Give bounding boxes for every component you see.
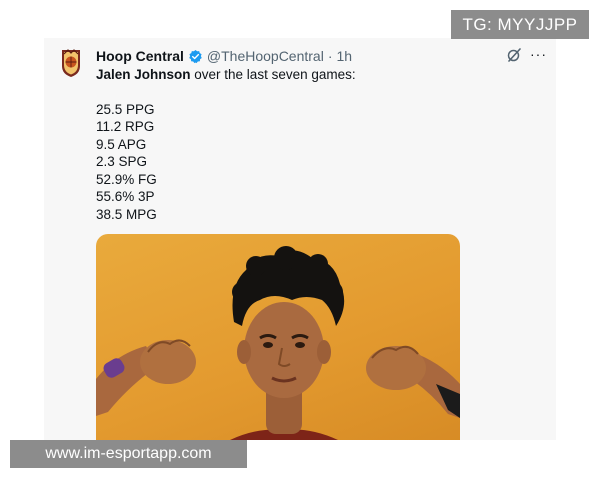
tweet-card[interactable]: Hoop Central @TheHoopCentral · 1h ··· Ja… xyxy=(44,38,556,440)
stat-line: 55.6% 3P xyxy=(96,189,155,204)
tweet-intro: Jalen Johnson over the last seven games: xyxy=(96,66,356,84)
stat-line: 25.5 PPG xyxy=(96,101,155,117)
tweet-body: Jalen Johnson over the last seven games:… xyxy=(96,66,356,237)
watermark-telegram: TG: MYYJJPP xyxy=(451,10,589,39)
stat-line: 9.5 APG xyxy=(96,136,147,152)
more-options-icon[interactable]: ··· xyxy=(530,46,547,62)
screenshot-frame: Hoop Central @TheHoopCentral · 1h ··· Ja… xyxy=(0,0,600,480)
player-photo xyxy=(96,246,460,440)
user-handle[interactable]: @TheHoopCentral xyxy=(207,48,324,64)
tweet-header: Hoop Central @TheHoopCentral · 1h xyxy=(96,46,352,66)
display-name[interactable]: Hoop Central xyxy=(96,48,184,64)
player-name: Jalen Johnson xyxy=(96,67,191,82)
watermark-url: www.im-esportapp.com xyxy=(10,440,247,468)
hoop-central-logo-icon[interactable] xyxy=(60,48,82,78)
separator-dot: · xyxy=(327,48,333,64)
verified-badge-icon xyxy=(188,49,203,64)
stats-list: 25.5 PPG 11.2 RPG 9.5 APG 2.3 SPG 52.9% … xyxy=(96,101,356,224)
stat-line: 11.2 RPG xyxy=(96,119,155,134)
stat-line: 2.3 SPG xyxy=(96,154,148,169)
tweet-media-photo[interactable] xyxy=(96,234,460,440)
timestamp[interactable]: 1h xyxy=(337,48,353,64)
stat-line: 38.5 MPG xyxy=(96,206,157,222)
intro-text: over the last seven games: xyxy=(190,67,356,82)
grok-icon[interactable] xyxy=(506,47,522,63)
stat-line: 52.9% FG xyxy=(96,171,157,187)
